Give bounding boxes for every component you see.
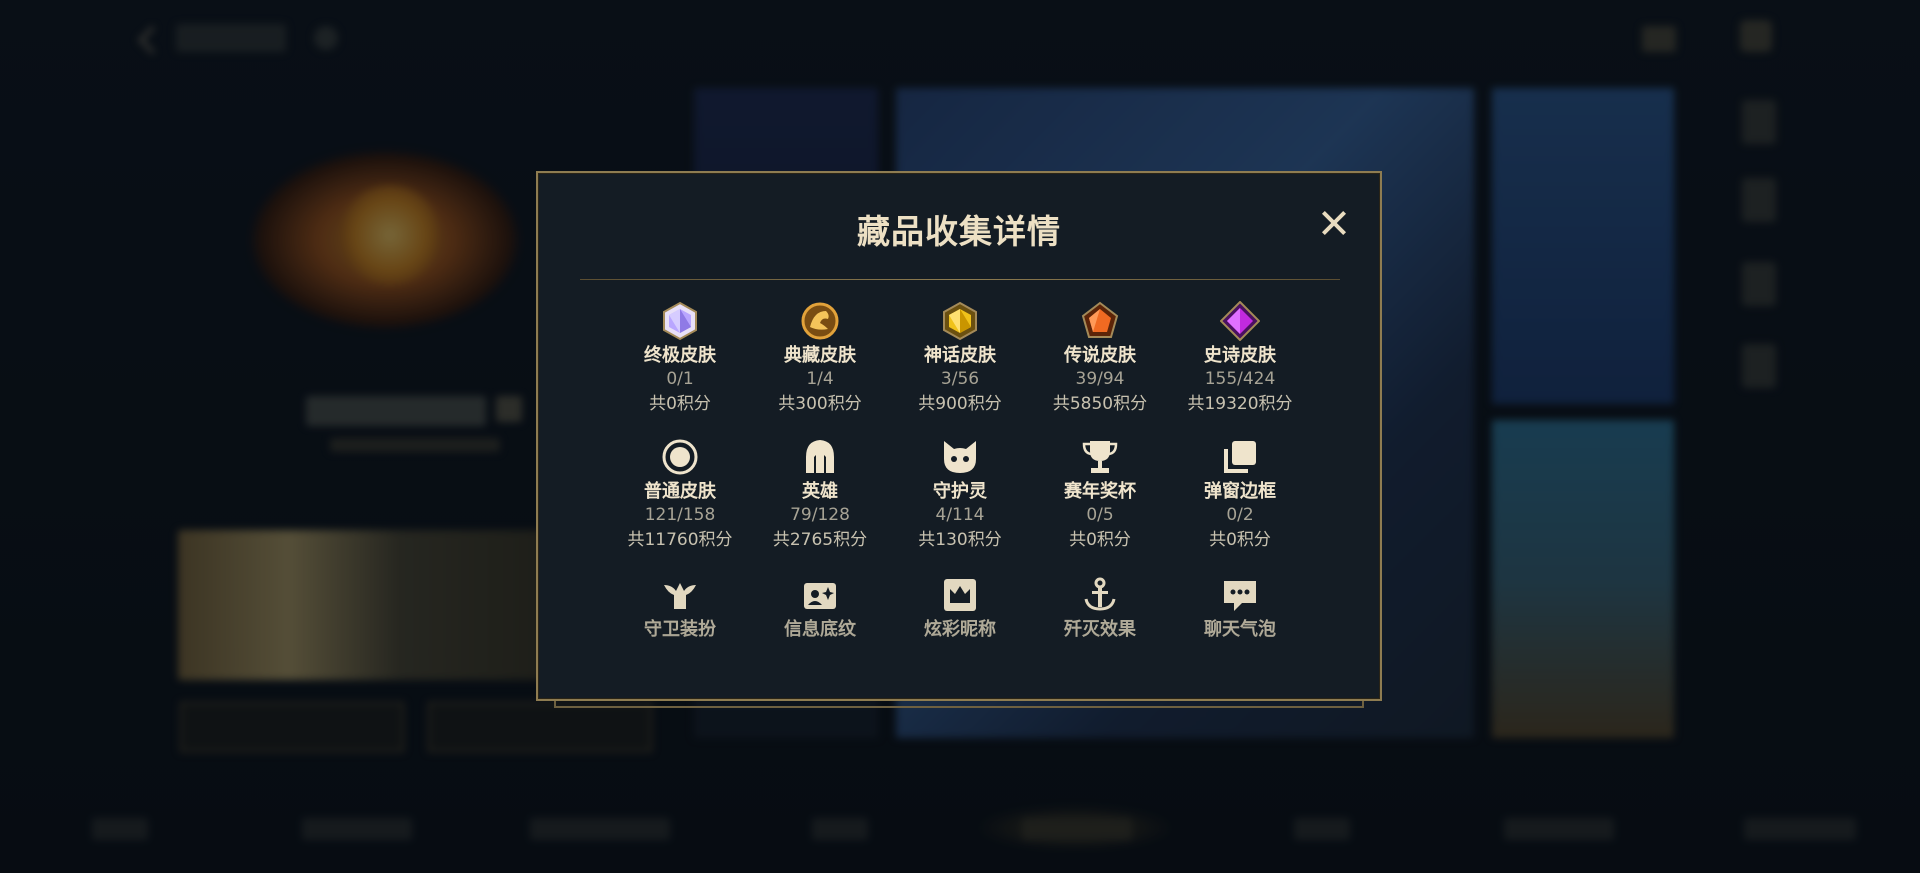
collection-label: 传说皮肤 — [1064, 345, 1136, 366]
close-icon[interactable] — [1314, 203, 1354, 243]
collection-count: 0/5 — [1086, 505, 1114, 525]
guardian-spirit-icon — [944, 441, 976, 473]
collection-count: 1/4 — [806, 369, 834, 389]
collection-label: 赛年奖杯 — [1064, 481, 1136, 502]
collection-label: 守护灵 — [933, 481, 987, 502]
popup-frame-icon — [1224, 441, 1256, 473]
collection-item-epic-skin[interactable]: 史诗皮肤 155/424 共19320积分 — [1170, 301, 1310, 417]
collection-count: 155/424 — [1204, 369, 1276, 389]
collection-label: 炫彩昵称 — [924, 619, 996, 640]
collection-item-popup-frame[interactable]: 弹窗边框 0/2 共0积分 — [1170, 437, 1310, 553]
collection-label: 史诗皮肤 — [1204, 345, 1276, 366]
collection-points: 共300积分 — [778, 394, 862, 414]
collector-skin-dragon-icon — [801, 302, 839, 340]
annihilation-effect-icon — [1084, 577, 1116, 611]
collection-details-modal: 藏品收集详情 终极皮肤 0/1 共0积分 典藏皮肤 1/4 共300积分 神话皮… — [536, 171, 1382, 701]
collection-points: 共5850积分 — [1052, 394, 1148, 414]
collection-item-annihilation-effect[interactable]: 歼灭效果 — [1030, 575, 1170, 641]
epic-skin-gem-icon — [1220, 301, 1260, 341]
collection-label: 歼灭效果 — [1064, 619, 1136, 640]
collection-count: 0/1 — [666, 369, 694, 389]
mythic-skin-gem-icon — [943, 301, 977, 341]
collection-item-mythic-skin[interactable]: 神话皮肤 3/56 共900积分 — [890, 301, 1030, 417]
collection-count: 3/56 — [940, 369, 980, 389]
collection-item-colorful-nickname[interactable]: 炫彩昵称 — [890, 575, 1030, 641]
collection-item-normal-skin[interactable]: 普通皮肤 121/158 共11760积分 — [610, 437, 750, 553]
collection-item-info-background[interactable]: 信息底纹 — [750, 575, 890, 641]
collection-item-legend-skin[interactable]: 传说皮肤 39/94 共5850积分 — [1030, 301, 1170, 417]
collection-points: 共11760积分 — [627, 530, 733, 550]
collection-label: 普通皮肤 — [644, 481, 716, 502]
collection-item-hero[interactable]: 英雄 79/128 共2765积分 — [750, 437, 890, 553]
chat-bubble-icon — [1224, 581, 1256, 611]
collection-points: 共19320积分 — [1187, 394, 1293, 414]
collection-label: 英雄 — [802, 481, 838, 502]
collection-points: 共0积分 — [649, 394, 711, 414]
collection-item-ultimate-skin[interactable]: 终极皮肤 0/1 共0积分 — [610, 301, 750, 417]
scroll-fade — [578, 633, 1342, 693]
collection-item-guard-outfit[interactable]: 守卫装扮 — [610, 575, 750, 641]
collection-label: 信息底纹 — [784, 619, 856, 640]
collection-label: 守卫装扮 — [644, 619, 716, 640]
hero-helmet-icon — [806, 440, 834, 473]
normal-skin-ring-icon — [662, 439, 698, 475]
collection-item-season-trophy[interactable]: 赛年奖杯 0/5 共0积分 — [1030, 437, 1170, 553]
season-trophy-icon — [1082, 441, 1118, 473]
collection-label: 终极皮肤 — [644, 345, 716, 366]
collection-item-chat-bubble[interactable]: 聊天气泡 — [1170, 575, 1310, 641]
collection-points: 共900积分 — [918, 394, 1002, 414]
collection-count: 79/128 — [790, 505, 850, 525]
collection-points: 共2765积分 — [772, 530, 868, 550]
collection-label: 典藏皮肤 — [784, 345, 856, 366]
collection-points: 共0积分 — [1209, 530, 1271, 550]
info-background-icon — [804, 583, 836, 609]
collection-item-guardian-spirit[interactable]: 守护灵 4/114 共130积分 — [890, 437, 1030, 553]
guard-outfit-icon — [664, 583, 696, 609]
collection-label: 神话皮肤 — [924, 345, 996, 366]
legend-skin-gem-icon — [1081, 301, 1119, 338]
collection-label: 聊天气泡 — [1204, 619, 1276, 640]
collection-count: 39/94 — [1075, 369, 1125, 389]
collection-count: 4/114 — [935, 505, 985, 525]
ultimate-skin-gem-icon — [663, 301, 697, 341]
collection-count: 121/158 — [644, 505, 716, 525]
modal-title: 藏品收集详情 — [857, 212, 1061, 251]
collection-points: 共0积分 — [1069, 530, 1131, 550]
collection-count: 0/2 — [1226, 505, 1254, 525]
title-divider — [580, 279, 1340, 280]
collection-points: 共130积分 — [918, 530, 1002, 550]
modal-bottom-trim — [554, 700, 1364, 708]
colorful-nickname-icon — [944, 579, 976, 611]
collection-item-collector-skin[interactable]: 典藏皮肤 1/4 共300积分 — [750, 301, 890, 417]
collection-label: 弹窗边框 — [1204, 481, 1276, 502]
